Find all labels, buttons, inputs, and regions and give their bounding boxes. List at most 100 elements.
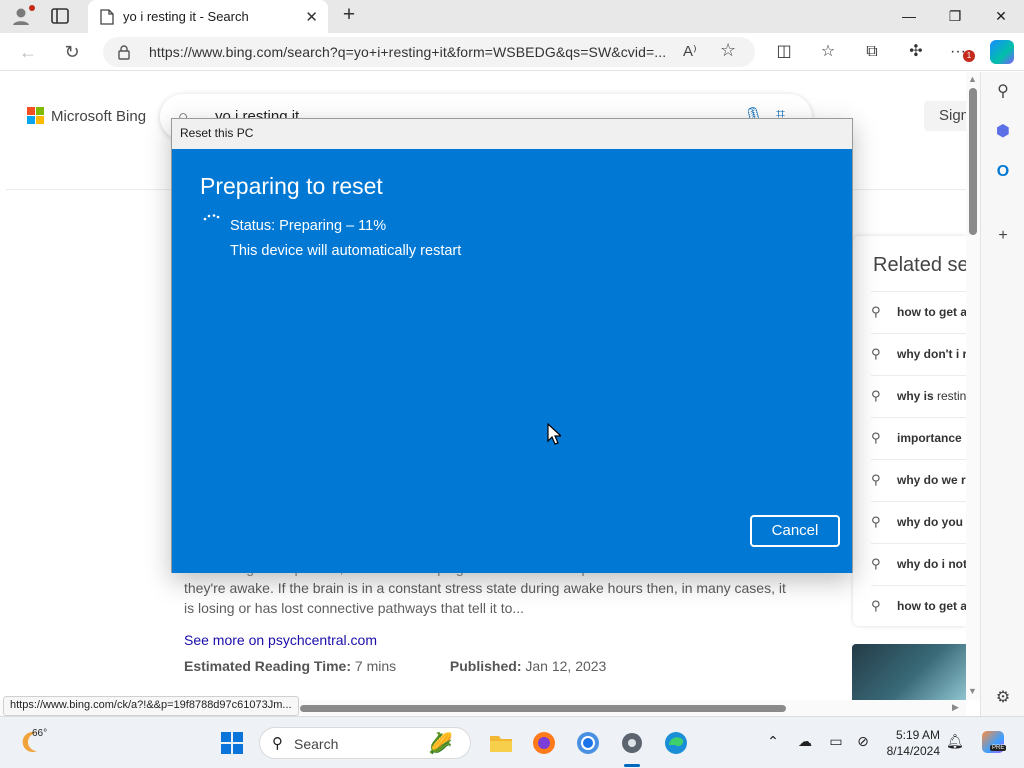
taskbar-clock[interactable]: 5:19 AM 8/14/2024 xyxy=(884,727,940,759)
display-icon[interactable]: ▭ xyxy=(826,733,846,750)
horizontal-scroll-thumb[interactable] xyxy=(300,705,786,712)
weather-temperature: 66° xyxy=(32,728,48,739)
settings-gear-icon[interactable]: ⚙ xyxy=(991,686,1015,710)
dialog-body: Preparing to reset Status: Preparing – 1… xyxy=(172,149,852,573)
chrome-icon[interactable] xyxy=(575,730,601,756)
cancel-button[interactable]: Cancel xyxy=(750,515,840,547)
logo-square-red xyxy=(27,107,35,115)
taskbar-search-placeholder: Search xyxy=(294,736,339,752)
search-highlight-corn-icon: 🌽 xyxy=(428,733,453,755)
related-item-bold: why do i not xyxy=(897,557,966,571)
search-icon[interactable]: ⚲ xyxy=(991,80,1015,104)
related-item[interactable]: ⚲ importance xyxy=(871,417,966,459)
tab-title: yo i resting it - Search xyxy=(123,9,249,24)
favorites-icon[interactable]: ☆ xyxy=(816,40,840,64)
url-text[interactable]: https://www.bing.com/search?q=yo+i+resti… xyxy=(149,44,666,60)
dialog-title: Reset this PC xyxy=(180,126,254,140)
edge-icon[interactable] xyxy=(663,730,689,756)
read-aloud-icon[interactable]: A⁾ xyxy=(683,42,697,60)
progress-spinner-icon xyxy=(203,214,220,221)
copilot-apps-icon[interactable]: ⬢ xyxy=(991,120,1015,144)
scroll-right-icon[interactable]: ▶ xyxy=(952,702,959,713)
search-icon: ⚲ xyxy=(871,514,881,529)
favorite-star-icon[interactable]: ☆ xyxy=(720,40,736,61)
related-item[interactable]: ⚲ why do we r xyxy=(871,459,966,501)
lock-icon[interactable] xyxy=(117,44,131,60)
related-item-bold: why do you xyxy=(897,515,963,529)
network-volume-icon[interactable]: ⊘ xyxy=(853,733,873,750)
scroll-up-icon[interactable]: ▲ xyxy=(968,74,977,84)
tab-search[interactable]: yo i resting it - Search ✕ xyxy=(88,0,328,33)
add-icon[interactable]: + xyxy=(991,224,1015,248)
related-item[interactable]: ⚲ why don't i r xyxy=(871,333,966,375)
close-tab-icon[interactable]: ✕ xyxy=(305,8,318,26)
windows-start-icon[interactable] xyxy=(221,732,243,754)
mouse-cursor-icon xyxy=(547,423,561,445)
reset-status: Status: Preparing – 11% xyxy=(230,218,387,234)
collections-icon[interactable]: ⧉ xyxy=(860,40,884,64)
search-icon: ⚲ xyxy=(871,346,881,361)
outlook-icon[interactable]: O xyxy=(991,160,1015,184)
status-bar-url: https://www.bing.com/ck/a?!&&p=19f8788d9… xyxy=(3,696,299,716)
profile-alert-dot xyxy=(29,5,35,11)
restart-note: This device will automatically restart xyxy=(230,243,462,259)
related-item[interactable]: ⚲ why do i not xyxy=(871,543,966,585)
tab-actions-icon[interactable] xyxy=(50,7,70,25)
firefox-icon[interactable] xyxy=(531,730,557,756)
see-more-link[interactable]: See more on psychcentral.com xyxy=(184,632,377,648)
related-item[interactable]: ⚲ why do you xyxy=(871,501,966,543)
logo-square-blue xyxy=(27,116,35,124)
related-item-rest: restin xyxy=(937,389,966,403)
edge-sidebar: ⚲ ⬢ O + ⚙ xyxy=(980,72,1024,716)
related-item[interactable]: ⚲ why is restin xyxy=(871,375,966,417)
related-searches-panel: Related se ⚲ how to get a ⚲ why don't i r … xyxy=(853,236,966,626)
taskbar: 66° ⚲ Search 🌽 ⌃ ☁ ▭ ⊘ 5:19 AM 8/14/2024… xyxy=(0,716,1024,768)
related-item-bold: importance xyxy=(897,431,962,445)
related-item[interactable]: ⚲ how to get a xyxy=(871,585,966,626)
published-label: Published: xyxy=(449,658,522,674)
copilot-icon[interactable] xyxy=(990,40,1014,64)
new-tab-icon[interactable]: + xyxy=(338,4,360,27)
vertical-scroll-thumb[interactable] xyxy=(969,88,977,235)
result-meta: Estimated Reading Time: 7 mins Published… xyxy=(184,658,606,674)
page-icon xyxy=(100,9,114,25)
scroll-down-icon[interactable]: ▼ xyxy=(968,686,977,696)
vertical-scrollbar[interactable]: ▲ ▼ xyxy=(966,72,980,700)
minimize-icon[interactable]: — xyxy=(886,0,932,33)
result-thumbnail[interactable] xyxy=(852,644,966,700)
sign-in-button[interactable]: Sign xyxy=(924,101,966,131)
search-icon: ⚲ xyxy=(871,598,881,613)
close-window-icon[interactable]: ✕ xyxy=(978,0,1024,33)
search-icon: ⚲ xyxy=(871,388,881,403)
onedrive-offline-icon[interactable]: ☁ xyxy=(795,733,815,750)
notification-bell-icon[interactable]: 🔔︎ xyxy=(946,733,964,750)
related-item-bold: why is xyxy=(897,389,938,403)
extensions-icon[interactable]: ✣ xyxy=(904,40,928,64)
related-item-bold: how to get a xyxy=(897,305,966,319)
related-item[interactable]: ⚲ how to get a xyxy=(871,291,966,333)
snippet-line-3: is losing or has lost connective pathway… xyxy=(184,600,525,616)
copilot-preview-badge: PRE xyxy=(990,745,1007,751)
reading-time-value: 7 mins xyxy=(354,658,397,674)
file-explorer-icon[interactable] xyxy=(488,730,514,756)
related-item-bold: why don't i r xyxy=(897,347,966,361)
settings-gear-icon[interactable] xyxy=(619,730,645,756)
refresh-icon[interactable]: ↻ xyxy=(61,41,83,63)
dialog-heading: Preparing to reset xyxy=(200,173,383,199)
logo-square-green xyxy=(36,107,44,115)
snippet-line-2: they're awake. If the brain is in a cons… xyxy=(184,580,786,596)
chevron-up-icon[interactable]: ⌃ xyxy=(763,733,783,750)
reading-time-label: Estimated Reading Time: xyxy=(184,658,352,674)
split-screen-icon[interactable]: ◫ xyxy=(772,40,796,64)
address-bar[interactable]: https://www.bing.com/search?q=yo+i+resti… xyxy=(103,37,755,67)
search-icon: ⚲ xyxy=(871,430,881,445)
search-icon: ⚲ xyxy=(272,735,283,752)
notification-badge: 1 xyxy=(963,50,975,62)
restore-icon[interactable]: ❐ xyxy=(932,0,978,33)
logo-square-yellow xyxy=(36,116,44,124)
published-value: Jan 12, 2023 xyxy=(525,658,607,674)
back-icon[interactable]: ← xyxy=(17,41,39,63)
browser-toolbar: ← ↻ https://www.bing.com/search?q=yo+i+r… xyxy=(0,33,1024,71)
search-icon: ⚲ xyxy=(871,556,881,571)
taskbar-search[interactable]: ⚲ Search 🌽 xyxy=(259,727,471,759)
